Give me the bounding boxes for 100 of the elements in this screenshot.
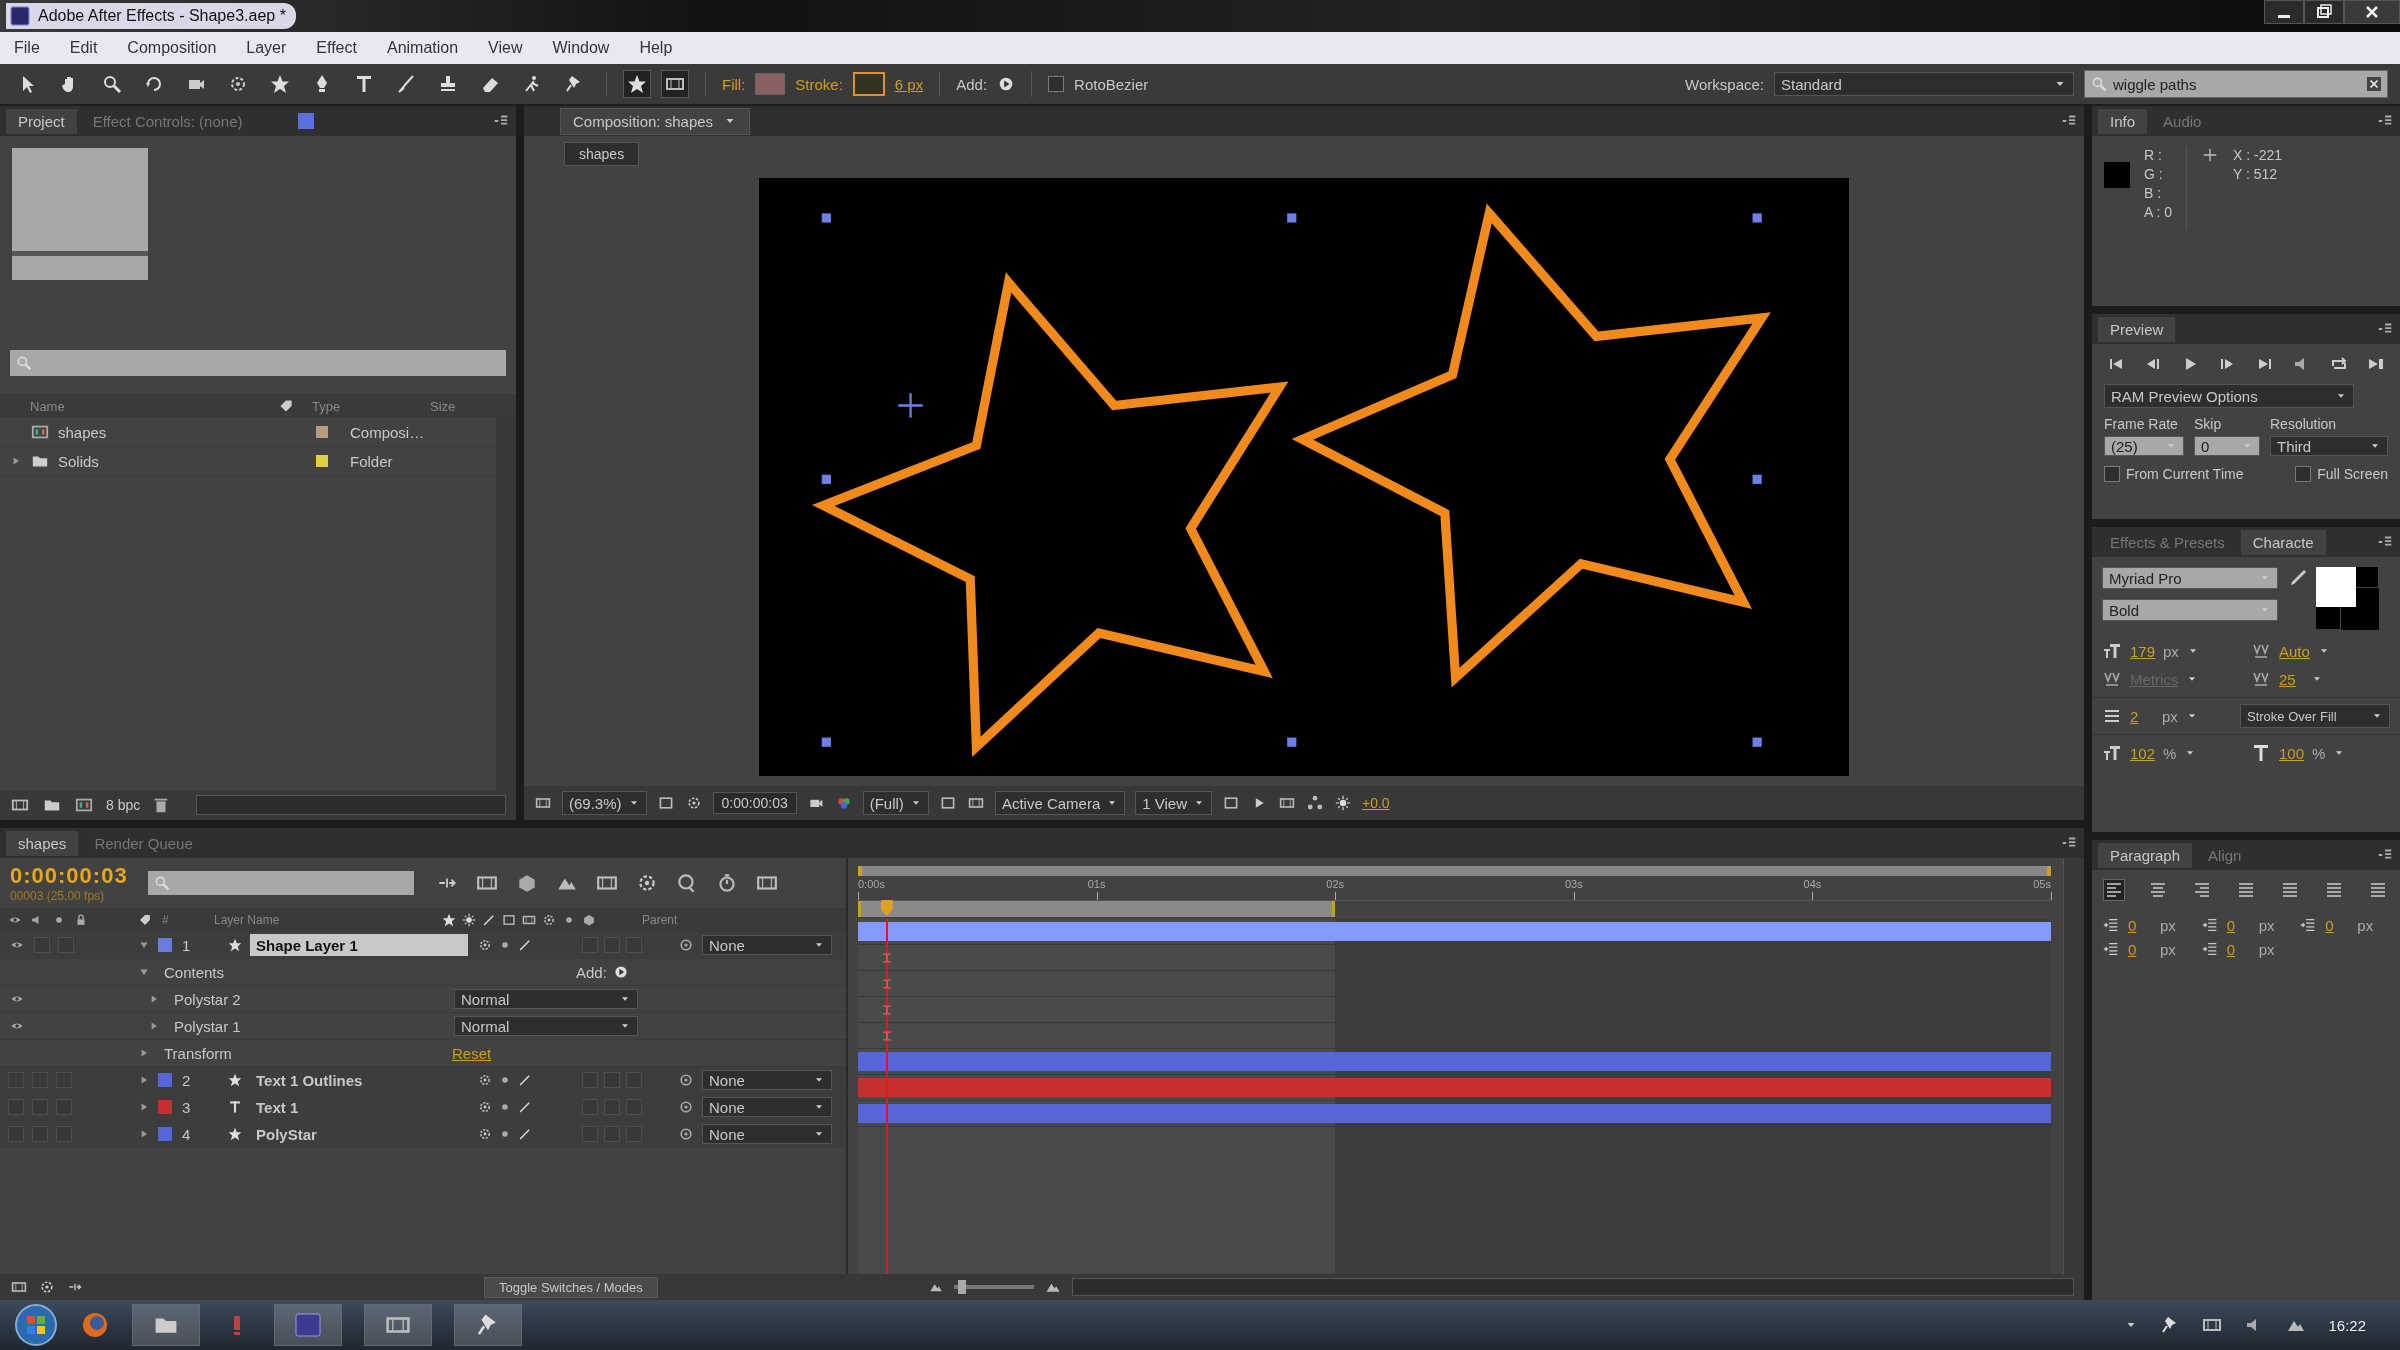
menu-item[interactable]: Effect — [316, 39, 357, 57]
x-coordinate: X : -221 — [2233, 146, 2283, 165]
blend-mode-dropdown[interactable]: Normal — [454, 989, 638, 1009]
property-group-name[interactable]: Transform — [158, 1044, 452, 1062]
unit-label: px — [2162, 707, 2178, 725]
stroke-label: Stroke: — [795, 75, 843, 93]
layer-name[interactable]: PolyStar — [250, 1123, 468, 1145]
menu-item[interactable]: Layer — [246, 39, 287, 57]
indent-value[interactable]: 0 — [2226, 916, 2251, 934]
reset-link[interactable]: Reset — [452, 1044, 492, 1062]
scale-value[interactable]: 100 — [2279, 744, 2305, 762]
fill-label: Fill: — [722, 75, 746, 93]
panel-tab[interactable]: Preview — [2098, 316, 2176, 342]
workspace-label: Workspace: — [1685, 75, 1764, 93]
menu-item[interactable]: Window — [552, 39, 610, 57]
layer-number: 1 — [182, 936, 192, 954]
resolution-dropdown[interactable]: (Full) — [862, 791, 929, 815]
stroke-width-value[interactable]: 6 px — [894, 75, 924, 93]
item-name[interactable]: Solids — [58, 452, 308, 470]
time-label: 03s — [1564, 878, 1583, 890]
menu-item[interactable]: View — [488, 39, 523, 57]
column-header: # — [162, 913, 170, 927]
unit-label: px — [2160, 940, 2176, 958]
indent-value[interactable]: 0 — [2128, 940, 2152, 958]
time-label: 04s — [1803, 878, 1822, 890]
exposure-value[interactable]: +0.0 — [1362, 795, 1390, 811]
composition-breadcrumb[interactable]: shapes — [564, 142, 640, 166]
menu-item[interactable]: Composition — [127, 39, 217, 57]
leading-value[interactable]: Auto — [2279, 642, 2310, 660]
layer-name[interactable]: Text 1 — [250, 1096, 468, 1118]
property-group-name[interactable]: Contents — [158, 963, 452, 981]
item-name[interactable]: shapes — [58, 423, 308, 441]
resolution-dropdown[interactable]: Third — [2270, 436, 2388, 456]
unit-label: px — [2160, 916, 2176, 934]
column-header[interactable]: Type — [302, 398, 422, 414]
column-header[interactable]: Layer Name — [208, 913, 432, 927]
unit-label: px — [2258, 916, 2275, 934]
current-time-display[interactable]: 0:00:00:03 — [10, 863, 128, 889]
layer-name[interactable]: Text 1 Outlines — [250, 1069, 468, 1091]
layer-name[interactable]: Shape Layer 1 — [250, 934, 468, 956]
frame-count: 00003 (25.00 fps) — [10, 889, 106, 903]
ram-preview-options-dropdown[interactable]: RAM Preview Options — [2104, 384, 2354, 408]
parent-dropdown[interactable]: None — [702, 935, 832, 955]
resolution-label: Resolution — [2270, 416, 2338, 432]
magnification-dropdown[interactable]: (69.3%) — [562, 791, 647, 815]
layer-number: 3 — [182, 1098, 192, 1116]
unit-label: % — [2163, 744, 2177, 762]
font-style-dropdown[interactable]: Bold — [2102, 599, 2278, 621]
column-header: Parent — [642, 913, 679, 927]
composition-tab[interactable]: Composition: shapes — [560, 107, 751, 135]
toggle-switches-button[interactable]: Toggle Switches / Modes — [484, 1276, 658, 1298]
property-group-name[interactable]: Polystar 2 — [168, 990, 304, 1008]
menu-item[interactable]: Edit — [69, 39, 98, 57]
channel-value: A : 0 — [2144, 203, 2173, 222]
time-label: 05s — [2033, 878, 2051, 890]
view-layout-dropdown[interactable]: 1 View — [1135, 791, 1212, 815]
skip-label: Skip — [2194, 416, 2223, 432]
unit-label: px — [2163, 642, 2179, 660]
menu-item[interactable]: File — [14, 39, 40, 57]
indent-value[interactable]: 0 — [2226, 940, 2251, 958]
camera-dropdown[interactable]: Active Camera — [994, 791, 1126, 815]
scale-value[interactable]: 102 — [2130, 744, 2156, 762]
property-group-name[interactable]: Polystar 1 — [168, 1017, 304, 1035]
menu-item[interactable]: Animation — [386, 39, 459, 57]
clock[interactable]: 16:22 — [2328, 1316, 2366, 1334]
add-label: Add: — [956, 75, 988, 93]
blend-mode-dropdown[interactable]: Normal — [454, 1016, 638, 1036]
time-label: 02s — [1326, 878, 1345, 890]
channel-value: B : — [2144, 184, 2163, 203]
menu-item[interactable]: Help — [639, 39, 673, 57]
parent-dropdown[interactable]: None — [702, 1097, 832, 1117]
font-family-dropdown[interactable]: Myriad Pro — [2102, 567, 2278, 589]
tracking-value[interactable]: 25 — [2279, 670, 2303, 688]
skip-dropdown[interactable]: 0 — [2194, 436, 2260, 456]
parent-dropdown[interactable]: None — [702, 1124, 832, 1144]
item-type: Folder — [350, 452, 393, 470]
stroke-width-value[interactable]: 2 — [2130, 707, 2154, 725]
unit-label: % — [2312, 744, 2326, 762]
stroke-mode-dropdown[interactable]: Stroke Over Fill — [2240, 704, 2390, 728]
channel-value: R : — [2144, 146, 2163, 165]
help-search-field[interactable]: wiggle paths — [2084, 70, 2388, 98]
panel-tab[interactable]: Project — [6, 108, 77, 134]
panel-tab[interactable]: Info — [2098, 108, 2148, 134]
time-label: 01s — [1087, 878, 1106, 890]
unit-label: px — [2258, 940, 2275, 958]
indent-value[interactable]: 0 — [2325, 916, 2350, 934]
frame-rate-dropdown[interactable]: (25) — [2104, 436, 2184, 456]
panel-tab[interactable]: Paragraph — [2098, 842, 2193, 868]
indent-value[interactable]: 0 — [2128, 916, 2152, 934]
panel-tab[interactable]: shapes — [6, 830, 79, 856]
parent-dropdown[interactable]: None — [702, 1070, 832, 1090]
layer-number: 4 — [182, 1125, 192, 1143]
workspace-dropdown[interactable]: Standard — [1774, 72, 2074, 96]
current-time-field[interactable]: 0:00:00:03 — [712, 792, 797, 814]
bit-depth-button[interactable]: 8 bpc — [106, 797, 141, 813]
layer-number: 2 — [182, 1071, 192, 1089]
size-value[interactable]: 179 — [2130, 642, 2156, 660]
column-header[interactable]: Size — [430, 398, 490, 414]
column-header[interactable]: Name — [10, 398, 270, 414]
panel-tab[interactable]: Characte — [2240, 529, 2326, 555]
